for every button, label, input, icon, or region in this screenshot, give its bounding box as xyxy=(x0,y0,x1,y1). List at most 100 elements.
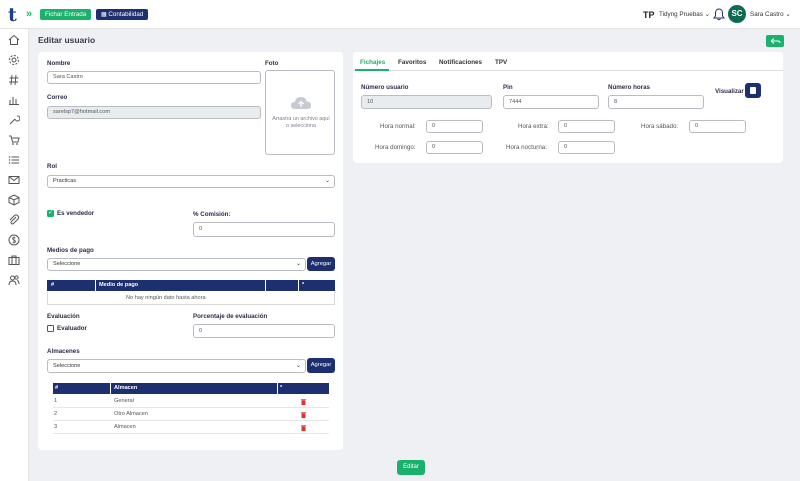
photo-dropzone[interactable]: Arrastra un archivo aquí o selecciona xyxy=(265,70,335,155)
agregar-almacen-button[interactable]: Agregar xyxy=(307,358,335,373)
box-icon[interactable] xyxy=(8,194,20,206)
mail-icon[interactable] xyxy=(8,174,20,186)
chevron-down-icon: ⌄ xyxy=(295,363,301,369)
list-icon[interactable] xyxy=(8,154,20,166)
row-name: General xyxy=(114,398,134,404)
foto-label: Foto xyxy=(265,60,279,67)
almacenes-label: Almacenes xyxy=(47,348,80,355)
medios-select-value: Seleccione xyxy=(53,261,81,267)
settings-icon[interactable] xyxy=(8,54,20,66)
hash-icon[interactable] xyxy=(8,74,20,86)
editar-button[interactable]: Editar xyxy=(397,460,425,475)
almacenes-select[interactable]: Seleccione ⌄ xyxy=(47,359,306,373)
briefcase-icon[interactable] xyxy=(8,254,20,266)
evaluador-checkbox[interactable] xyxy=(47,325,54,332)
trash-icon[interactable] xyxy=(301,412,306,418)
row-num: 3 xyxy=(54,424,58,430)
correo-input: sarelsp7@hotmail.com xyxy=(47,106,261,119)
user-menu[interactable]: Sara Castro ⌄ xyxy=(750,11,791,18)
contabilidad-button[interactable]: ▦ Contabilidad xyxy=(96,9,149,20)
medios-table-header: # Medio de pago * xyxy=(47,280,335,291)
hora-domingo-label: Hora domingo: xyxy=(375,144,416,151)
numero-usuario-input: 10 xyxy=(361,95,492,109)
correo-label: Correo xyxy=(47,94,68,101)
col-actions: * xyxy=(302,282,305,288)
vendedor-label: Es vendedor xyxy=(57,210,95,217)
evaluacion-label: Evaluación xyxy=(47,313,80,320)
fichar-entrada-button[interactable]: Fichar Entrada xyxy=(40,9,92,20)
tabs-bar: Fichajes Favoritos Notificaciones TPV xyxy=(353,55,783,71)
paperclip-icon[interactable] xyxy=(8,214,20,226)
active-tab-indicator xyxy=(355,69,389,71)
rol-select[interactable]: Practicas ⌄ xyxy=(47,175,335,188)
evaluador-label: Evaluador xyxy=(57,325,87,332)
hora-nocturna-input[interactable]: 0 xyxy=(558,141,615,154)
cart-icon[interactable] xyxy=(8,134,20,146)
chevron-down-icon: ⌄ xyxy=(324,178,330,184)
hora-normal-input[interactable]: 0 xyxy=(426,120,483,133)
porcentaje-input[interactable]: 0 xyxy=(193,324,335,338)
row-name: Almacen xyxy=(114,424,136,430)
vendedor-checkbox[interactable] xyxy=(47,209,54,217)
photo-hint: Arrastra un archivo aquí o selecciona xyxy=(272,116,330,129)
agregar-medio-button[interactable]: Agregar xyxy=(307,257,335,271)
col-almacen: Almacen xyxy=(114,385,138,391)
table-row: 1 General xyxy=(53,395,329,408)
medios-label: Medios de pago xyxy=(47,247,94,254)
comision-input[interactable]: 0 xyxy=(193,222,335,237)
trash-icon[interactable] xyxy=(301,399,306,405)
top-bar: t » Fichar Entrada ▦ Contabilidad TP Tid… xyxy=(0,0,800,29)
medios-select[interactable]: Seleccione ⌄ xyxy=(47,258,306,271)
col-num: # xyxy=(55,385,59,391)
hora-domingo-input[interactable]: 0 xyxy=(426,141,483,154)
user-avatar[interactable]: SC xyxy=(728,5,746,23)
users-icon[interactable] xyxy=(8,274,20,286)
comision-label: % Comisión: xyxy=(193,211,231,218)
hora-sabado-label: Hora sábado: xyxy=(641,123,679,130)
back-arrow-icon xyxy=(770,38,781,44)
trash-icon[interactable] xyxy=(301,425,306,431)
porcentaje-label: Porcentaje de evaluación xyxy=(193,313,268,320)
almacenes-table-header: # Almacen * xyxy=(53,383,329,394)
company-selector[interactable]: Tidyng Pruebas ⌄ xyxy=(659,11,710,18)
wrench-icon[interactable] xyxy=(8,114,20,126)
back-button[interactable] xyxy=(766,35,784,47)
tab-tpv[interactable]: TPV xyxy=(495,59,507,66)
chevron-down-icon: ⌄ xyxy=(295,261,301,267)
numero-usuario-label: Número usuario xyxy=(361,84,409,91)
col-medio: Medio de pago xyxy=(99,282,139,288)
hora-normal-label: Hora normal: xyxy=(380,123,416,130)
home-icon[interactable] xyxy=(8,34,20,46)
dollar-icon[interactable] xyxy=(8,234,20,246)
col-num: # xyxy=(51,282,55,288)
almacenes-select-value: Seleccione xyxy=(53,363,81,369)
hora-nocturna-label: Hora nocturna: xyxy=(506,144,547,151)
hora-extra-input[interactable]: 0 xyxy=(558,120,615,133)
numero-horas-label: Número horas xyxy=(608,84,650,91)
medios-empty-row: No hay ningún dato hasta ahora xyxy=(47,292,335,305)
app-logo[interactable]: t xyxy=(8,6,17,25)
tab-notificaciones[interactable]: Notificaciones xyxy=(439,59,482,66)
cloud-upload-icon xyxy=(290,95,312,111)
row-num: 1 xyxy=(54,398,58,404)
hora-extra-label: Hora extra: xyxy=(518,123,549,130)
pin-label: Pin xyxy=(503,84,513,91)
visualizar-button[interactable] xyxy=(745,83,761,98)
table-row: 2 Otro Almacen xyxy=(53,408,329,421)
chart-icon[interactable] xyxy=(8,94,20,106)
col-actions: * xyxy=(280,385,283,391)
bell-icon[interactable] xyxy=(713,8,725,21)
sidebar-toggle-icon[interactable]: » xyxy=(26,8,32,20)
contabilidad-label: Contabilidad xyxy=(108,11,144,18)
rol-value: Practicas xyxy=(53,178,77,184)
hora-sabado-input[interactable]: 0 xyxy=(689,120,746,133)
tab-favoritos[interactable]: Favoritos xyxy=(398,59,426,66)
page-title: Editar usuario xyxy=(38,35,96,45)
rol-label: Rol xyxy=(47,163,57,170)
nombre-label: Nombre xyxy=(47,60,71,67)
tab-fichajes[interactable]: Fichajes xyxy=(360,59,385,66)
pin-input[interactable]: 7444 xyxy=(503,95,599,109)
nombre-input[interactable]: Sara Castro xyxy=(47,71,261,84)
numero-horas-input[interactable]: 8 xyxy=(608,95,704,109)
sidebar xyxy=(0,29,29,481)
